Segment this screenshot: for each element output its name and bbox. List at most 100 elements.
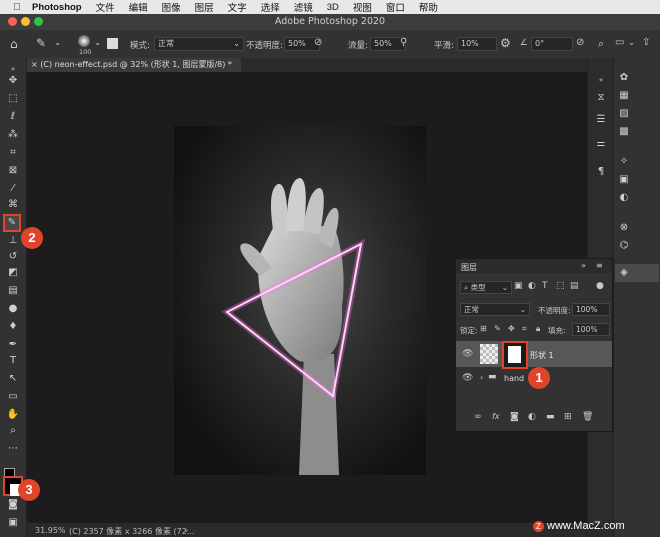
angle-icon[interactable]: ∠	[520, 38, 528, 48]
eye-icon[interactable]: 👁︎	[462, 373, 473, 383]
workspace-icon[interactable]: ▭	[615, 37, 624, 48]
filter-shape-icon[interactable]: ⬚	[556, 281, 565, 291]
filter-toggle-icon[interactable]: ●	[596, 281, 604, 291]
filter-adjustment-icon[interactable]: ◐	[528, 281, 536, 291]
rectangle-tool-icon[interactable]: ▭	[5, 390, 21, 404]
lock-pixels-icon[interactable]: ✎	[494, 324, 501, 333]
adjustments-panel-icon[interactable]: ◐	[618, 192, 630, 204]
brush-picker-chevron-icon[interactable]: ⌄	[94, 38, 101, 48]
menu-help[interactable]: 帮助	[419, 0, 438, 14]
gear-icon[interactable]: ⚙	[500, 36, 511, 50]
artboard-image[interactable]	[174, 126, 426, 475]
lock-all-icon[interactable]: 🔒︎	[536, 324, 540, 334]
type-tool-icon[interactable]: T	[5, 354, 21, 368]
eyedropper-tool-icon[interactable]: ⁄	[5, 182, 21, 196]
libraries-panel-icon[interactable]: ▣	[618, 174, 630, 186]
pressure-size-icon[interactable]: ⊘	[576, 37, 584, 48]
home-icon[interactable]: ⌂	[10, 37, 18, 51]
document-tab[interactable]: × (C) neon-effect.psd @ 32% (形状 1, 图层蒙版/…	[27, 58, 241, 72]
zoom-tool-icon[interactable]: ⌕	[5, 424, 21, 438]
menu-type[interactable]: 文字	[228, 0, 247, 14]
menu-window[interactable]: 窗口	[386, 0, 405, 14]
layer-filter-select[interactable]: ⌕ 类型 ⌄	[460, 281, 512, 294]
blur-tool-icon[interactable]: ●	[5, 302, 21, 316]
new-layer-icon[interactable]: ⊞	[564, 412, 572, 422]
lasso-tool-icon[interactable]: ℓ	[5, 110, 21, 124]
layer-name[interactable]: 形状 1	[530, 350, 554, 361]
menu-view[interactable]: 视图	[353, 0, 372, 14]
layer-opacity-input[interactable]: 100%	[572, 303, 610, 316]
angle-input[interactable]: 0°	[531, 37, 573, 51]
apple-icon[interactable]: 	[12, 2, 22, 13]
airbrush-icon[interactable]: ⚲	[400, 37, 407, 48]
menu-select[interactable]: 选择	[261, 0, 280, 14]
properties-panel-icon[interactable]: ☰	[595, 114, 607, 126]
brush-tool-icon[interactable]: ✎	[3, 214, 21, 232]
blend-mode-select[interactable]: 正常 ⌄	[460, 303, 530, 316]
menu-filter[interactable]: 滤镜	[294, 0, 313, 14]
layer-row-selected[interactable]: 👁︎ 形状 1	[456, 341, 612, 369]
new-group-icon[interactable]: ▬	[546, 412, 555, 422]
magic-wand-tool-icon[interactable]: ⁂	[5, 128, 21, 142]
gradients-panel-icon[interactable]: ▨	[618, 108, 630, 120]
quick-mask-icon[interactable]: ◙	[5, 498, 21, 512]
share-icon[interactable]: ⇪	[642, 37, 650, 48]
patterns-panel-icon[interactable]: ▩	[618, 126, 630, 138]
menu-layer[interactable]: 图层	[195, 0, 214, 14]
brush-preset-icon[interactable]	[78, 35, 90, 47]
screen-mode-icon[interactable]: ▣	[5, 516, 21, 530]
brush-tool-icon[interactable]: ✎	[36, 36, 46, 50]
link-layers-icon[interactable]: ∞	[474, 412, 482, 422]
panel-menu-icon[interactable]: ≡	[596, 261, 603, 270]
hand-tool-icon[interactable]: ✋	[5, 408, 21, 422]
chevron-down-icon[interactable]: ⌄	[628, 38, 635, 48]
color-panel-icon[interactable]: ✿	[618, 72, 630, 84]
search-icon[interactable]: ⌕	[598, 37, 604, 51]
healing-brush-tool-icon[interactable]: ⌘	[5, 198, 21, 212]
layers-panel-tab[interactable]: ◈	[615, 264, 659, 282]
menu-edit[interactable]: 编辑	[129, 0, 148, 14]
menu-3d[interactable]: 3D	[327, 2, 339, 13]
adjustment-layer-icon[interactable]: ◐	[528, 412, 536, 422]
gradient-tool-icon[interactable]: ▤	[5, 284, 21, 298]
stamp-tool-icon[interactable]: ⊥	[5, 234, 21, 248]
chevron-right-icon[interactable]: ›	[185, 526, 188, 535]
pressure-opacity-icon[interactable]: ⊘	[314, 37, 322, 48]
swatches-panel-icon[interactable]: ▦	[618, 90, 630, 102]
lock-artboard-icon[interactable]: ⌗	[522, 324, 527, 334]
chevron-right-icon[interactable]: ›	[480, 373, 483, 382]
filter-pixel-icon[interactable]: ▣	[514, 281, 523, 291]
smoothing-input[interactable]: 10%	[457, 37, 497, 51]
zoom-level[interactable]: 31.95%	[35, 526, 66, 535]
pen-tool-icon[interactable]: ✒	[5, 338, 21, 352]
layers-panel-title[interactable]: 图层	[461, 262, 477, 273]
trash-icon[interactable]: 🗑︎	[582, 412, 593, 422]
dock-collapse-icon[interactable]: «	[595, 74, 607, 86]
brush-settings-icon[interactable]	[107, 38, 118, 49]
eraser-tool-icon[interactable]: ◩	[5, 266, 21, 280]
learn-panel-icon[interactable]: ✧	[618, 156, 630, 168]
close-tab-icon[interactable]: ×	[31, 60, 40, 69]
frame-tool-icon[interactable]: ⊠	[5, 164, 21, 178]
fill-input[interactable]: 100%	[572, 323, 610, 336]
adjust-panel-icon[interactable]: ⚌	[595, 138, 607, 150]
dodge-tool-icon[interactable]: ♦	[5, 320, 21, 334]
menu-file[interactable]: 文件	[96, 0, 115, 14]
marquee-tool-icon[interactable]: ⬚	[5, 92, 21, 106]
add-mask-icon[interactable]: ◙	[510, 412, 519, 422]
filter-type-icon[interactable]: T	[542, 281, 548, 291]
fx-icon[interactable]: fx	[492, 412, 500, 421]
channels-panel-icon[interactable]: ⊗	[618, 222, 630, 234]
lock-transparent-icon[interactable]: ⊞	[480, 324, 487, 333]
history-panel-icon[interactable]: ⧖	[595, 92, 607, 104]
layer-mask-thumbnail[interactable]	[502, 341, 528, 369]
history-brush-tool-icon[interactable]: ↺	[5, 250, 21, 264]
filter-smart-object-icon[interactable]: ▤	[570, 281, 579, 291]
layer-name[interactable]: hand	[504, 374, 524, 383]
path-selection-tool-icon[interactable]: ↖	[5, 372, 21, 386]
collapse-icon[interactable]: »	[581, 261, 586, 270]
menu-image[interactable]: 图像	[162, 0, 181, 14]
chevron-down-icon[interactable]: ⌄	[54, 38, 61, 48]
move-tool-icon[interactable]: ✥	[5, 74, 21, 88]
paragraph-panel-icon[interactable]: ¶	[595, 166, 607, 178]
